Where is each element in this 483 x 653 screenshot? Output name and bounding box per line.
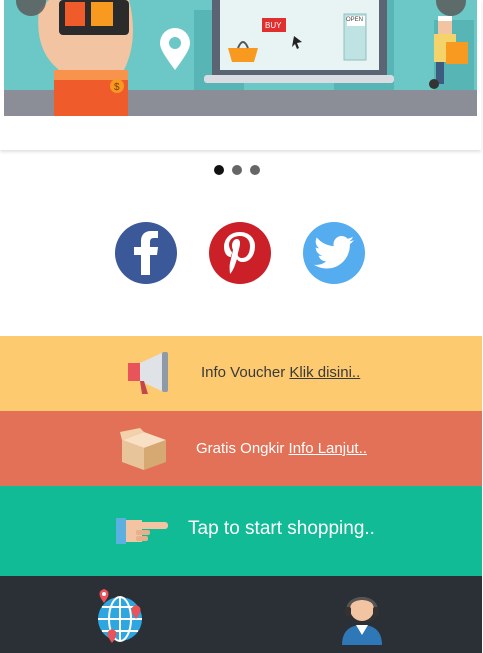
voucher-banner[interactable]: Info Voucher Klik disini.. — [0, 336, 482, 411]
carousel-dot[interactable] — [214, 165, 224, 175]
twitter-icon — [314, 236, 354, 269]
customer-support-icon[interactable] — [336, 589, 388, 645]
carousel-indicators — [214, 165, 260, 175]
laptop-store-icon — [204, 0, 394, 83]
social-links — [115, 222, 365, 284]
voucher-link[interactable]: Klik disini.. — [289, 364, 360, 381]
buy-label: BUY — [265, 21, 282, 30]
start-shopping-banner[interactable]: Tap to start shopping.. — [0, 486, 482, 576]
facebook-button[interactable] — [115, 222, 177, 284]
facebook-icon — [134, 231, 158, 275]
carousel-dot[interactable] — [250, 165, 260, 175]
shipping-text: Gratis Ongkir Info Lanjut.. — [196, 440, 367, 457]
globe-location-icon[interactable] — [94, 589, 146, 645]
svg-text:$: $ — [114, 82, 120, 93]
carousel-dot[interactable] — [232, 165, 242, 175]
delivery-man-icon — [429, 16, 468, 89]
megaphone-icon — [128, 352, 168, 394]
footer-bar — [0, 576, 482, 653]
twitter-button[interactable] — [303, 222, 365, 284]
open-sign-label: OPEN — [346, 17, 364, 23]
pointing-hand-icon — [116, 518, 168, 544]
package-box-icon — [120, 428, 166, 470]
shipping-link[interactable]: Info Lanjut.. — [289, 440, 367, 457]
pinterest-icon — [224, 232, 255, 274]
map-pin-icon — [160, 28, 190, 70]
shipping-banner[interactable]: Gratis Ongkir Info Lanjut.. — [0, 411, 482, 486]
start-shopping-text: Tap to start shopping.. — [188, 518, 375, 539]
banner-image[interactable]: $ BUY OPEN — [4, 0, 477, 116]
pinterest-button[interactable] — [209, 222, 271, 284]
voucher-text: Info Voucher Klik disini.. — [201, 364, 361, 381]
hand-phone-icon: $ — [38, 0, 133, 116]
